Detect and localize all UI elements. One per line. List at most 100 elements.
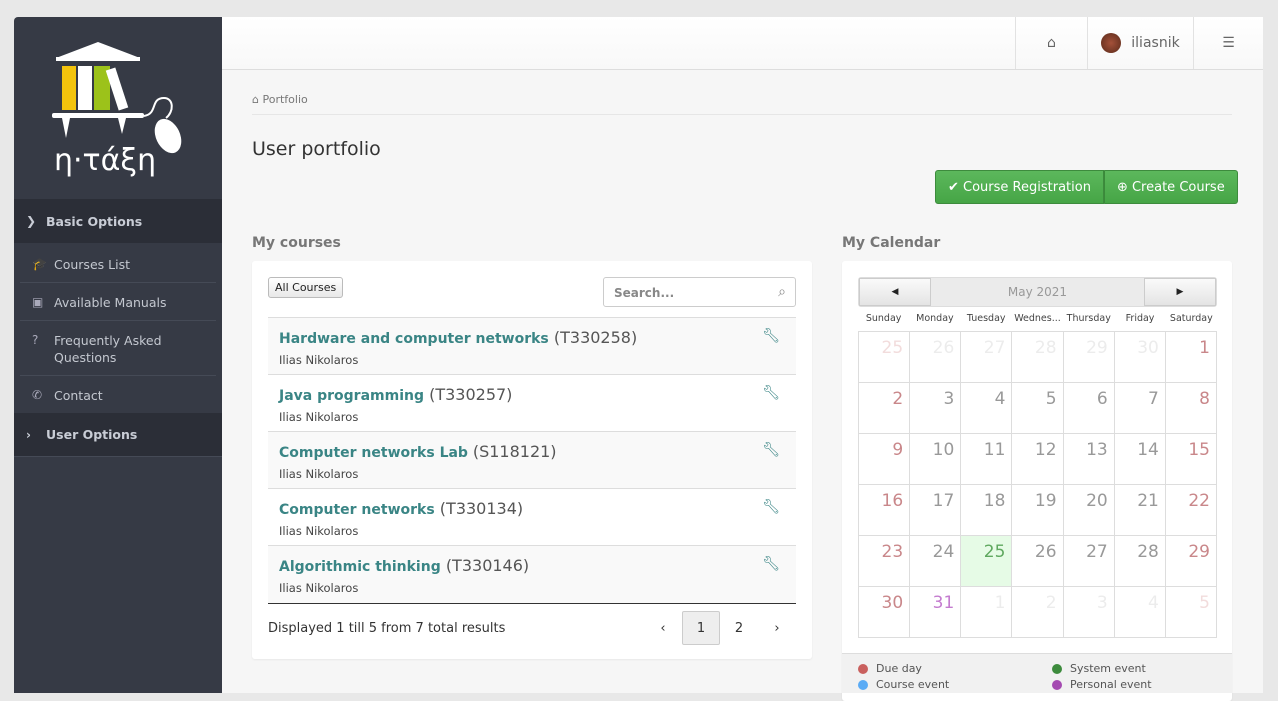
section-user-options[interactable]: › User Options xyxy=(14,413,222,457)
calendar-day[interactable]: 24 xyxy=(910,536,962,587)
next-month-button[interactable]: ▶ xyxy=(1144,278,1216,306)
sidebar-item-faq[interactable]: ? Frequently Asked Questions xyxy=(20,321,216,376)
legend-label: Due day xyxy=(876,662,922,675)
calendar-day[interactable]: 5 xyxy=(1012,383,1064,434)
course-link[interactable]: Java programming xyxy=(279,388,424,404)
course-professor: Ilias Nikolaros xyxy=(279,353,359,367)
caret-left-icon: ◀ xyxy=(891,287,899,297)
calendar-day[interactable]: 6 xyxy=(1063,383,1115,434)
calendar-legend: Due day System event Course event Personal … xyxy=(842,653,1232,693)
calendar-day[interactable]: 25 xyxy=(859,332,911,383)
search-icon: ⌕ xyxy=(778,284,786,300)
calendar-day[interactable]: 18 xyxy=(961,485,1013,536)
weekday-label: Saturday xyxy=(1169,313,1213,324)
calendar-day[interactable]: 26 xyxy=(1012,536,1064,587)
results-summary: Displayed 1 till 5 from 7 total results xyxy=(268,620,506,636)
chevron-down-icon: ❯ xyxy=(26,214,37,228)
wrench-icon[interactable]: 🔧︎ xyxy=(762,556,780,572)
calendar-day[interactable]: 23 xyxy=(859,536,911,587)
calendar-day[interactable]: 4 xyxy=(961,383,1013,434)
course-link[interactable]: Computer networks Lab xyxy=(279,445,473,461)
calendar-day[interactable]: 9 xyxy=(859,434,911,485)
weekday-label: Wednes... xyxy=(1014,313,1061,324)
course-link[interactable]: Hardware and computer networks xyxy=(279,331,549,347)
calendar-day[interactable]: 28 xyxy=(1114,536,1166,587)
calendar-day[interactable]: 30 xyxy=(859,587,911,638)
plus-circle-icon: ⊕ xyxy=(1116,179,1132,195)
course-code: (S118121) xyxy=(472,442,557,461)
file-video-icon: ▣ xyxy=(32,295,44,309)
course-professor: Ilias Nikolaros xyxy=(279,581,359,595)
calendar-day[interactable]: 25 xyxy=(961,536,1013,587)
course-link[interactable]: Computer networks xyxy=(279,502,435,518)
calendar-day[interactable]: 12 xyxy=(1012,434,1064,485)
calendar-day[interactable]: 5 xyxy=(1165,587,1217,638)
calendar-day[interactable]: 1 xyxy=(1165,332,1217,383)
course-code: (T330134) xyxy=(439,499,524,518)
calendar-day[interactable]: 27 xyxy=(1063,536,1115,587)
settings-button[interactable]: ☰ xyxy=(1193,17,1263,69)
avatar xyxy=(1101,33,1122,53)
section-basic-options[interactable]: ❯ Basic Options xyxy=(14,199,222,243)
calendar-day[interactable]: 3 xyxy=(1063,587,1115,638)
page-2[interactable]: 2 xyxy=(720,611,758,645)
calendar-day[interactable]: 2 xyxy=(859,383,911,434)
calendar-day[interactable]: 10 xyxy=(910,434,962,485)
calendar-day[interactable]: 3 xyxy=(910,383,962,434)
my-calendar-title: My Calendar xyxy=(842,235,941,251)
wrench-icon[interactable]: 🔧︎ xyxy=(762,385,780,401)
course-row: Computer networks Lab (S118121) Ilias Ni… xyxy=(268,432,796,489)
wrench-icon[interactable]: 🔧︎ xyxy=(762,442,780,458)
top-bar: ⌂ iliasnik ☰ xyxy=(222,17,1263,70)
calendar-day[interactable]: 31 xyxy=(910,587,962,638)
calendar-day[interactable]: 27 xyxy=(961,332,1013,383)
calendar-day[interactable]: 15 xyxy=(1165,434,1217,485)
home-button[interactable]: ⌂ xyxy=(1015,17,1087,69)
calendar-day[interactable]: 20 xyxy=(1063,485,1115,536)
wrench-icon[interactable]: 🔧︎ xyxy=(762,328,780,344)
calendar-day[interactable]: 7 xyxy=(1114,383,1166,434)
wrench-icon[interactable]: 🔧︎ xyxy=(762,499,780,515)
calendar-day[interactable]: 1 xyxy=(961,587,1013,638)
calendar-day[interactable]: 21 xyxy=(1114,485,1166,536)
main-content: ⌂ iliasnik ☰ ⌂ Portfolio User portfolio … xyxy=(222,17,1263,701)
calendar-day[interactable]: 29 xyxy=(1063,332,1115,383)
calendar-day[interactable]: 22 xyxy=(1165,485,1217,536)
page-1[interactable]: 1 xyxy=(682,611,720,645)
calendar-day[interactable]: 4 xyxy=(1114,587,1166,638)
home-icon: ⌂ xyxy=(252,93,263,106)
sidebar-item-contact[interactable]: ✆ Contact xyxy=(20,376,216,413)
calendar-day[interactable]: 28 xyxy=(1012,332,1064,383)
course-professor: Ilias Nikolaros xyxy=(279,524,359,538)
create-course-button[interactable]: ⊕ Create Course xyxy=(1103,170,1238,204)
check-icon: ✔ xyxy=(948,179,964,195)
sidebar-item-courses-list[interactable]: 🎓 Courses List xyxy=(20,245,216,283)
user-menu[interactable]: iliasnik xyxy=(1087,17,1193,69)
calendar-day[interactable]: 11 xyxy=(961,434,1013,485)
course-registration-button[interactable]: ✔ Course Registration xyxy=(935,170,1104,204)
calendar-day[interactable]: 17 xyxy=(910,485,962,536)
search-input[interactable]: Search... ⌕ xyxy=(603,277,796,307)
calendar-day[interactable]: 29 xyxy=(1165,536,1217,587)
weekday-label: Thursday xyxy=(1066,313,1111,324)
calendar-day[interactable]: 8 xyxy=(1165,383,1217,434)
weekday-label: Friday xyxy=(1125,313,1155,324)
home-icon: ⌂ xyxy=(1047,35,1056,51)
course-link[interactable]: Algorithmic thinking xyxy=(279,559,441,575)
calendar-day[interactable]: 13 xyxy=(1063,434,1115,485)
page-prev[interactable]: ‹ xyxy=(644,611,682,645)
calendar-day[interactable]: 19 xyxy=(1012,485,1064,536)
breadcrumb-portfolio[interactable]: Portfolio xyxy=(262,93,307,106)
all-courses-button[interactable]: All Courses xyxy=(268,277,344,298)
legend-dot xyxy=(1052,663,1062,674)
sidebar-item-available-manuals[interactable]: ▣ Available Manuals xyxy=(20,283,216,321)
logo[interactable]: η·τάξη xyxy=(14,17,222,199)
prev-month-button[interactable]: ◀ xyxy=(859,278,931,306)
calendar-day[interactable]: 14 xyxy=(1114,434,1166,485)
calendar-day[interactable]: 16 xyxy=(859,485,911,536)
calendar-day[interactable]: 30 xyxy=(1114,332,1166,383)
calendar-day[interactable]: 2 xyxy=(1012,587,1064,638)
page-next[interactable]: › xyxy=(758,611,796,645)
calendar-day[interactable]: 26 xyxy=(910,332,962,383)
course-code: (T330258) xyxy=(553,328,638,347)
